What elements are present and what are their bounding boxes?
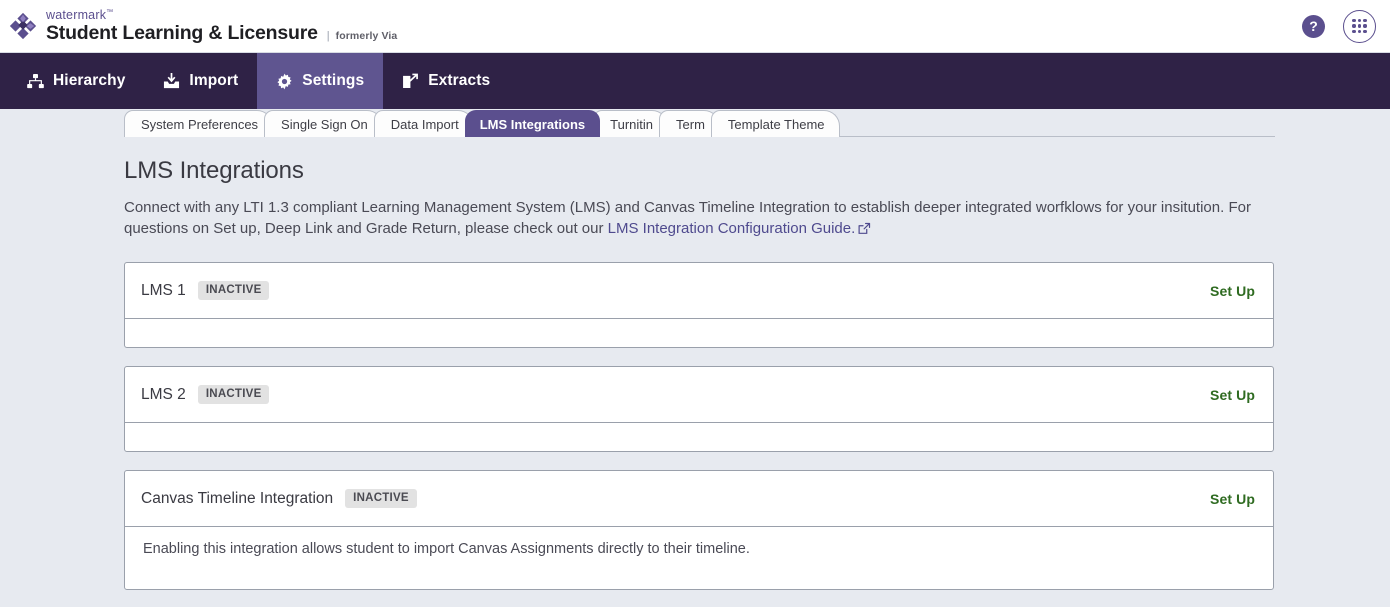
nav-item-settings-label: Settings bbox=[302, 72, 364, 90]
page-title: LMS Integrations bbox=[124, 157, 1275, 185]
lms-integration-configuration-guide-link[interactable]: LMS Integration Configuration Guide. bbox=[608, 220, 856, 237]
trademark-symbol: ™ bbox=[106, 9, 113, 16]
brand-separator: | bbox=[327, 31, 330, 42]
external-link-icon[interactable] bbox=[858, 220, 871, 241]
tab-lms-integrations[interactable]: LMS Integrations bbox=[465, 110, 600, 137]
export-share-icon bbox=[402, 73, 419, 89]
main-navigation: Hierarchy Import Settings Extracts bbox=[0, 53, 1390, 109]
brand-company: watermark™ bbox=[46, 9, 397, 22]
status-badge: INACTIVE bbox=[345, 489, 417, 509]
integration-name: LMS 2 bbox=[141, 386, 186, 404]
integration-card-header: LMS 2 INACTIVE Set Up bbox=[125, 367, 1273, 423]
tab-single-sign-on[interactable]: Single Sign On bbox=[264, 110, 383, 137]
watermark-pinwheel-logo-icon bbox=[8, 11, 38, 41]
brand-logo-group[interactable]: watermark™ Student Learning & Licensure … bbox=[0, 9, 397, 43]
help-icon[interactable]: ? bbox=[1302, 15, 1325, 38]
integration-card-body bbox=[125, 319, 1273, 347]
page-description: Connect with any LTI 1.3 compliant Learn… bbox=[124, 197, 1265, 241]
lms-integrations-panel: LMS Integrations Connect with any LTI 1.… bbox=[124, 137, 1275, 590]
integration-name: Canvas Timeline Integration bbox=[141, 490, 333, 508]
brand-company-label: watermark bbox=[46, 8, 106, 22]
tab-template-theme[interactable]: Template Theme bbox=[711, 110, 840, 137]
nav-item-hierarchy-label: Hierarchy bbox=[53, 72, 125, 90]
tab-system-preferences[interactable]: System Preferences bbox=[124, 110, 273, 137]
integration-name: LMS 1 bbox=[141, 282, 186, 300]
status-badge: INACTIVE bbox=[198, 281, 270, 301]
settings-tab-bar: System Preferences Single Sign On Data I… bbox=[124, 109, 1390, 137]
nav-item-import-label: Import bbox=[189, 72, 238, 90]
integration-card-canvas-timeline: Canvas Timeline Integration INACTIVE Set… bbox=[124, 470, 1274, 590]
integration-card-body: Enabling this integration allows student… bbox=[125, 527, 1273, 589]
sitemap-icon bbox=[27, 74, 44, 89]
nav-item-extracts[interactable]: Extracts bbox=[383, 53, 509, 109]
nav-item-settings[interactable]: Settings bbox=[257, 53, 383, 109]
set-up-button[interactable]: Set Up bbox=[1210, 283, 1255, 299]
nav-item-hierarchy[interactable]: Hierarchy bbox=[8, 53, 144, 109]
app-grid-icon[interactable] bbox=[1343, 10, 1376, 43]
brand-formerly-label: formerly Via bbox=[336, 31, 398, 42]
integration-card-header: LMS 1 INACTIVE Set Up bbox=[125, 263, 1273, 319]
app-grid-dots bbox=[1352, 19, 1366, 33]
content-area: System Preferences Single Sign On Data I… bbox=[0, 109, 1390, 590]
set-up-button[interactable]: Set Up bbox=[1210, 491, 1255, 507]
import-download-icon bbox=[163, 73, 180, 90]
tab-data-import[interactable]: Data Import bbox=[374, 110, 474, 137]
brand-header: watermark™ Student Learning & Licensure … bbox=[0, 0, 1390, 53]
integration-card-header: Canvas Timeline Integration INACTIVE Set… bbox=[125, 471, 1273, 527]
gear-icon bbox=[276, 73, 293, 90]
header-actions: ? bbox=[1302, 0, 1376, 52]
integration-card-body bbox=[125, 423, 1273, 451]
set-up-button[interactable]: Set Up bbox=[1210, 387, 1255, 403]
integration-card-lms-1: LMS 1 INACTIVE Set Up bbox=[124, 262, 1274, 348]
integration-card-lms-2: LMS 2 INACTIVE Set Up bbox=[124, 366, 1274, 452]
nav-item-extracts-label: Extracts bbox=[428, 72, 490, 90]
tab-turnitin[interactable]: Turnitin bbox=[593, 110, 668, 137]
brand-product-name: Student Learning & Licensure bbox=[46, 24, 318, 44]
nav-item-import[interactable]: Import bbox=[144, 53, 257, 109]
status-badge: INACTIVE bbox=[198, 385, 270, 405]
